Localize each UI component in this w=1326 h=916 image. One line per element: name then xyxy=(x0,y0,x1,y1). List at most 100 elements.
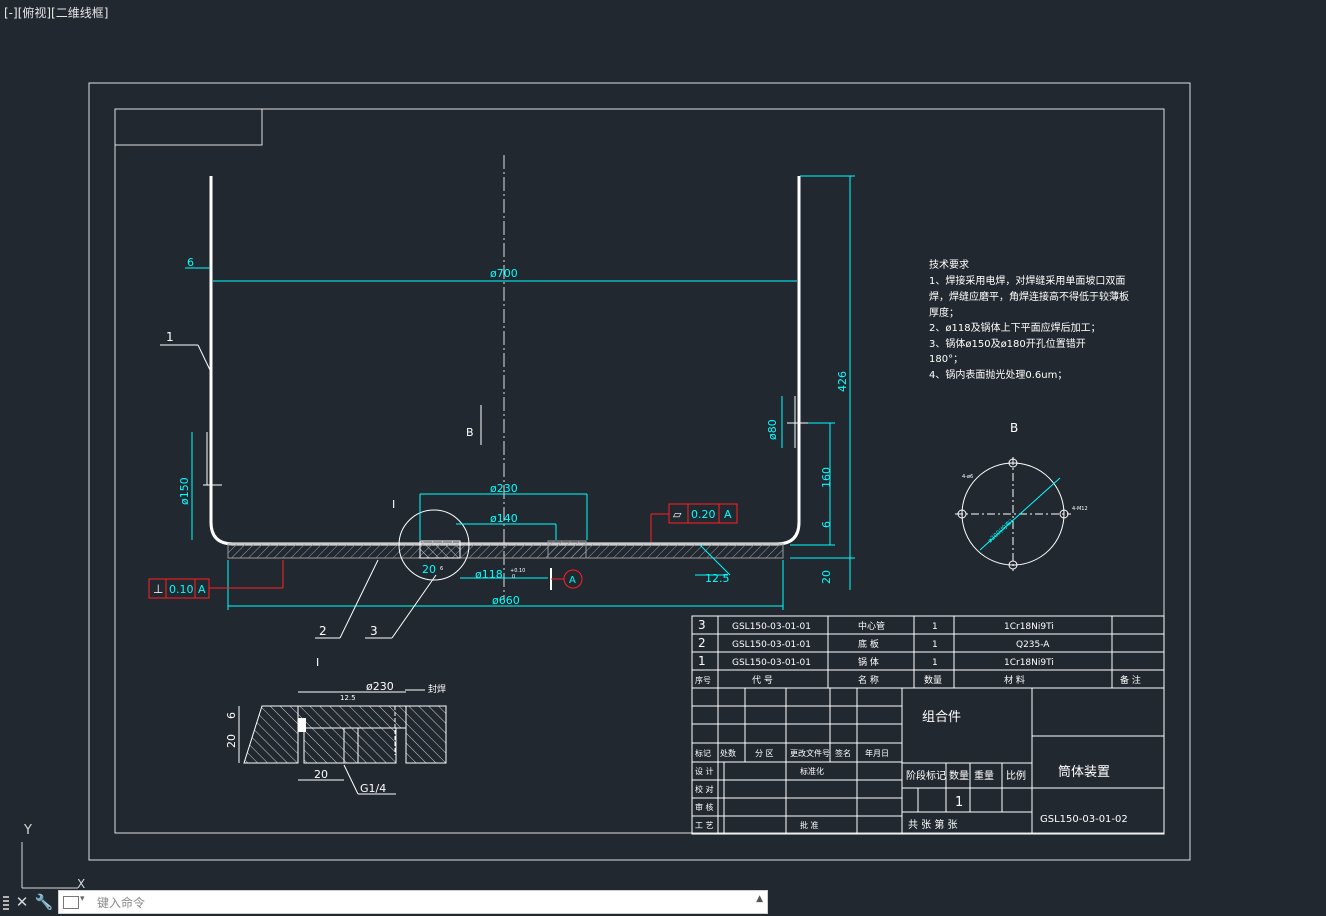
bom-header-name: 名 称 xyxy=(858,674,879,686)
dim-d660: ø660 xyxy=(492,594,520,607)
dim-h6b: 6 xyxy=(820,521,833,528)
bom-header-qty: 数量 xyxy=(924,674,942,686)
drawing-name: 筒体装置 xyxy=(1058,764,1110,780)
detail-w20: 20 xyxy=(314,768,328,781)
bom-header-no: 序号 xyxy=(695,675,711,685)
role-review: 审 核 xyxy=(695,802,714,812)
std-label: 标准化 xyxy=(800,766,824,776)
weight-label: 重量 xyxy=(974,769,994,782)
view-b-note-right: 4-M12 xyxy=(1072,506,1088,512)
detail-note: 封焊 xyxy=(428,683,446,695)
drawing-canvas[interactable]: ø700 6 426 ø80 ø150 160 6 20 ø230 ø140 ø… xyxy=(0,0,1326,916)
close-icon[interactable]: ✕ xyxy=(12,892,32,912)
ucs-icon xyxy=(21,842,78,889)
dim-t6: 6 xyxy=(187,256,194,269)
qty-label: 数量 xyxy=(949,769,969,782)
command-line[interactable]: ▾ ▲ xyxy=(58,890,768,914)
bom-code: GSL150-03-01-01 xyxy=(732,658,811,668)
dim-rough: 12.5 xyxy=(705,572,730,585)
bom-material: 1Cr18Ni9Ti xyxy=(1004,658,1054,668)
bom-qty: 1 xyxy=(932,658,938,668)
detail-rough: 12.5 xyxy=(340,694,356,702)
dim-tol-bot: 0 xyxy=(512,574,515,580)
callout-3: 3 xyxy=(370,624,378,638)
dim-h426: 426 xyxy=(836,371,849,392)
dim-tiny: 6 xyxy=(440,566,443,572)
dim-d140: ø140 xyxy=(490,512,518,525)
rev-header: 更改文件号 xyxy=(790,748,830,758)
drawing-number: GSL150-03-01-02 xyxy=(1040,814,1128,825)
section-mark: I xyxy=(392,498,395,511)
rev-header: 签名 xyxy=(835,748,851,758)
command-grip[interactable] xyxy=(3,896,9,910)
pipe-bore xyxy=(547,540,587,559)
detail-title: I xyxy=(316,656,319,669)
tech-title: 技术要求 xyxy=(929,258,969,271)
rev-header: 年月日 xyxy=(865,748,889,758)
bom-no: 2 xyxy=(698,636,706,650)
sheets-label: 共 张 第 张 xyxy=(908,818,958,831)
tech-line-4: 2、ø118及锅体上下平面应焊后加工； xyxy=(929,321,1101,334)
fcf-flat-ref: A xyxy=(724,508,732,521)
role-check: 校 对 xyxy=(695,784,714,794)
tech-line-2: 焊，焊缝应磨平，角焊连接高不得低于较薄板 xyxy=(929,290,1129,303)
role-process: 工 艺 xyxy=(695,821,714,830)
bom-name: 锅 体 xyxy=(858,656,879,668)
bottom-plate xyxy=(227,543,784,559)
bom-name: 中心管 xyxy=(858,620,885,632)
bom-qty: 1 xyxy=(932,640,938,650)
corner-box xyxy=(114,108,263,146)
approve-label: 批 准 xyxy=(800,820,819,830)
bom-name: 底 板 xyxy=(858,638,879,650)
group-label: 组合件 xyxy=(922,710,961,725)
fcf-flat-value: 0.20 xyxy=(691,508,716,521)
bom-header-note: 备 注 xyxy=(1120,674,1141,686)
dim-det20: 20 xyxy=(422,563,436,576)
detail-d230: ø230 xyxy=(366,680,394,693)
prompt-dropdown-icon[interactable]: ▾ xyxy=(80,894,85,904)
wrench-icon[interactable]: 🔧 xyxy=(34,892,54,912)
rev-header: 标记 xyxy=(695,748,711,758)
command-prompt-icon[interactable] xyxy=(63,896,79,909)
detail-thread: G1/4 xyxy=(360,782,386,795)
role-design: 设 计 xyxy=(695,766,714,776)
bom-no: 3 xyxy=(698,618,706,632)
view-b-title: B xyxy=(1010,421,1018,435)
tech-line-1: 1、焊接采用电焊，对焊缝采用单面坡口双面 xyxy=(929,274,1125,287)
rev-header: 处数 xyxy=(720,748,736,758)
dim-d80: ø80 xyxy=(766,419,779,440)
view-b-pcd: ø200(均布) xyxy=(986,517,1015,544)
dim-d150: ø150 xyxy=(178,477,191,505)
dim-h160: 160 xyxy=(820,467,833,488)
center-pipe xyxy=(419,540,461,559)
tech-line-7: 4、锅内表面抛光处理0.6um； xyxy=(929,368,1067,381)
bom-header-material: 材 料 xyxy=(1004,674,1025,686)
callout-1: 1 xyxy=(166,330,174,344)
tech-line-5: 3、锅体ø150及ø180开孔位置错开 xyxy=(929,337,1086,350)
dim-d230: ø230 xyxy=(490,482,518,495)
datum-label: A xyxy=(569,575,576,586)
dim-d700: ø700 xyxy=(490,267,518,280)
fcf-perp-symbol: ⊥ xyxy=(153,582,163,596)
bom-header-code: 代 号 xyxy=(752,675,773,686)
bom-qty: 1 xyxy=(932,622,938,632)
rev-header: 分 区 xyxy=(755,749,774,758)
detail-drawing xyxy=(238,689,447,795)
callout-2: 2 xyxy=(319,624,327,638)
bom-material: Q235-A xyxy=(1016,640,1050,650)
command-input[interactable] xyxy=(95,893,739,913)
tech-line-6: 180°； xyxy=(929,354,963,365)
qty-value: 1 xyxy=(955,795,963,810)
fcf-perp-value: 0.10 xyxy=(169,583,194,596)
fcf-perp-ref: A xyxy=(198,583,206,596)
fcf-flat-symbol: ⏥ xyxy=(673,508,682,521)
bom-code: GSL150-03-01-01 xyxy=(732,640,811,650)
ucs-y-label: Y xyxy=(24,823,32,838)
tech-line-3: 厚度； xyxy=(929,306,959,319)
command-history-icon[interactable]: ▲ xyxy=(756,894,763,904)
detail-h20: 20 xyxy=(225,734,238,748)
dim-h20: 20 xyxy=(820,570,833,584)
detail-h6: 6 xyxy=(225,712,238,719)
scale-label: 比例 xyxy=(1006,769,1026,782)
tech-requirements: 技术要求 1、焊接采用电焊，对焊缝采用单面坡口双面 焊，焊缝应磨平，角焊连接高不… xyxy=(929,258,1129,381)
